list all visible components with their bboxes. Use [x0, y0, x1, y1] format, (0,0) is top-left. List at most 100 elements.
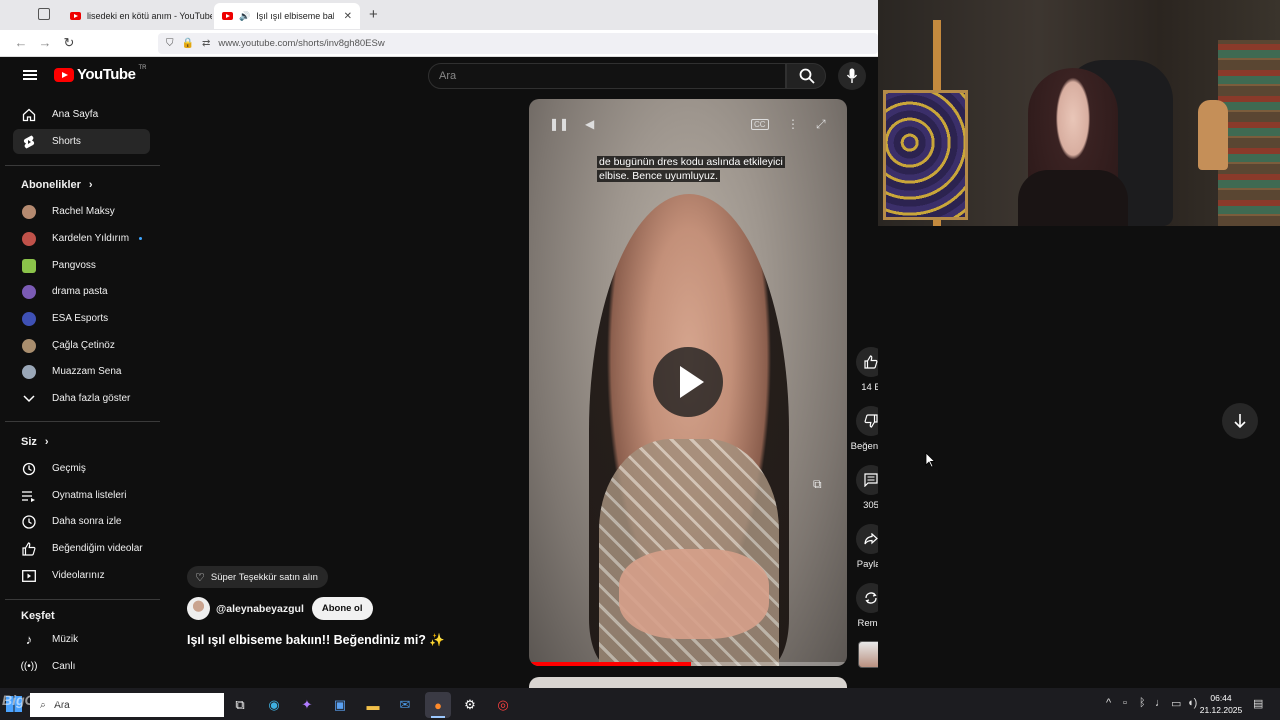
settings-icon[interactable]: ⚙	[457, 692, 483, 718]
sidebar-item-label: Shorts	[52, 136, 81, 147]
channel-name[interactable]: @aleynabeyazgul	[216, 603, 304, 615]
dislike-button[interactable]: Beğenme	[850, 406, 878, 452]
like-button[interactable]: 14 B	[850, 347, 878, 393]
remix-label: Remix	[857, 618, 878, 629]
comments-button[interactable]: 305	[850, 465, 878, 511]
sidebar-item-playlists[interactable]: Oynatma listeleri	[13, 483, 150, 508]
tab-close-icon[interactable]: ✕	[344, 11, 352, 22]
sidebar-item-cagla-cetinoz[interactable]: Çağla Çetinöz	[13, 333, 150, 358]
webcam-overlay	[878, 0, 1280, 226]
sidebar-item-history[interactable]: Geçmiş	[13, 456, 150, 481]
tab-lisedeki[interactable]: lisedeki en kötü anım - YouTube ✕	[62, 3, 212, 29]
taskbar: ⌕ Ara ⧉ ◉ ✦ ▣ ▬ ✉ ● ⚙ ◎ ^ ▫ ᛒ ♩ ▭ ◖) 06:…	[0, 688, 1280, 720]
network-icon[interactable]: ▭	[1171, 697, 1181, 710]
remix-icon	[856, 583, 878, 613]
sidebar-item-label: Canlı	[52, 661, 76, 672]
microphone-icon[interactable]: ♩	[1155, 697, 1166, 709]
mail-icon[interactable]: ✉	[392, 692, 418, 718]
dislike-label: Beğenme	[850, 441, 878, 452]
tray-device-icon[interactable]: ▫	[1123, 697, 1127, 709]
sidebar-item-muazzam-sena[interactable]: Muazzam Sena	[13, 359, 150, 384]
volume-icon[interactable]: ◀	[585, 117, 594, 131]
subscribe-button[interactable]: Abone ol	[311, 597, 373, 620]
address-bar[interactable]: ⛉ 🔒 ⇄ www.youtube.com/shorts/inv8gh80ESw	[158, 33, 878, 54]
new-content-dot	[139, 237, 143, 240]
new-tab-button[interactable]: +	[369, 6, 378, 23]
tab-overview-icon[interactable]	[38, 8, 50, 20]
show-hidden-icons-icon[interactable]: ^	[1106, 697, 1111, 709]
task-view-icon[interactable]: ⧉	[227, 692, 253, 718]
picture-in-picture-icon[interactable]: ⧉	[813, 477, 822, 492]
voice-search-button[interactable]	[838, 62, 866, 90]
fullscreen-icon[interactable]: ⤢	[816, 117, 826, 132]
home-icon	[22, 108, 36, 122]
speaker-icon[interactable]: 🔊	[239, 11, 250, 22]
search-input[interactable]: Ara	[428, 63, 786, 89]
channel-avatar[interactable]	[187, 597, 210, 620]
more-options-icon[interactable]: ⋮	[787, 117, 799, 131]
tray-bluetooth-icon[interactable]: ᛒ	[1139, 697, 1146, 709]
sidebar-item-kardelen-yildirim[interactable]: Kardelen Yıldırım	[13, 226, 150, 251]
sidebar-item-rachel-maksy[interactable]: Rachel Maksy	[13, 199, 150, 224]
shield-icon[interactable]: ⛉	[166, 38, 174, 49]
pause-icon[interactable]: ❚❚	[549, 117, 569, 131]
back-icon[interactable]: ←	[12, 34, 30, 52]
thumbs-down-icon	[856, 406, 878, 436]
clock-icon	[22, 514, 36, 529]
sidebar-item-pangvoss[interactable]: Pangvoss	[13, 253, 150, 278]
remix-button[interactable]: Remix	[850, 583, 878, 629]
sidebar-item-watch-later[interactable]: Daha sonra izle	[13, 509, 150, 534]
forward-icon[interactable]: →	[36, 34, 54, 52]
store-icon[interactable]: ▣	[327, 692, 353, 718]
file-explorer-icon[interactable]: ▬	[360, 692, 386, 718]
firefox-icon[interactable]: ●	[425, 692, 451, 718]
tab-shorts[interactable]: 🔊 Işıl ışıl elbiseme bakıın!! Be ✕	[214, 3, 360, 29]
reload-icon[interactable]: ↻	[60, 34, 78, 52]
notifications-icon[interactable]: ▤	[1253, 697, 1263, 710]
sidebar-item-home[interactable]: Ana Sayfa	[13, 102, 150, 127]
system-clock[interactable]: 06:44 21.12.2025	[1198, 692, 1244, 716]
sidebar-item-shorts[interactable]: Shorts	[13, 129, 150, 154]
copilot-icon[interactable]: ✦	[294, 692, 320, 718]
obs-icon[interactable]: ◎	[490, 692, 516, 718]
captions-icon[interactable]: CC	[751, 119, 769, 130]
volume-icon[interactable]: ◖)	[1187, 697, 1197, 709]
channel-row: @aleynabeyazgul Abone ol	[187, 597, 373, 620]
sidebar-item-esa-esports[interactable]: ESA Esports	[13, 306, 150, 331]
search-icon	[799, 68, 815, 84]
menu-icon[interactable]	[23, 70, 37, 80]
edge-icon[interactable]: ◉	[261, 692, 287, 718]
sidebar-item-music[interactable]: ♪ Müzik	[13, 627, 150, 652]
super-thanks-button[interactable]: ♡ Süper Teşekkür satın alın	[187, 566, 328, 588]
sidebar-item-label: Müzik	[52, 634, 79, 645]
lock-icon[interactable]: 🔒	[182, 38, 194, 49]
share-button[interactable]: Paylaş	[850, 524, 878, 570]
video-title[interactable]: Işıl ışıl elbiseme bakıın!! Beğendiniz m…	[187, 633, 445, 648]
show-more-button[interactable]: Daha fazla göster	[13, 386, 150, 411]
tab-title: Işıl ışıl elbiseme bakıın!! Be	[256, 11, 333, 21]
sidebar-item-your-videos[interactable]: Videolarınız	[13, 563, 150, 588]
play-icon[interactable]	[653, 347, 723, 417]
sidebar-item-liked-videos[interactable]: Beğendiğim videolar	[13, 536, 150, 561]
your-videos-icon	[22, 569, 36, 583]
search-button[interactable]	[786, 63, 826, 89]
sidebar: Ana Sayfa Shorts Abonelikler › Rachel Ma…	[5, 95, 160, 688]
you-heading[interactable]: Siz ›	[21, 436, 49, 448]
video-progress-bar[interactable]	[529, 662, 847, 666]
shorts-video-player[interactable]: ❚❚ ◀ CC ⋮ ⤢ de bugünün dres kodu aslında…	[529, 99, 847, 666]
sidebar-item-drama-pasta[interactable]: drama pasta	[13, 279, 150, 304]
clock-date: 21.12.2025	[1199, 705, 1243, 715]
audio-source-thumbnail[interactable]	[858, 641, 878, 668]
sidebar-item-label: ESA Esports	[52, 313, 109, 324]
sidebar-item-live[interactable]: ((•)) Canlı	[13, 654, 150, 679]
subscriptions-heading[interactable]: Abonelikler ›	[21, 179, 93, 191]
avatar	[22, 338, 36, 353]
microphone-icon	[846, 68, 858, 83]
youtube-logo[interactable]: YouTube TR	[54, 65, 146, 83]
caption-line: elbise. Bence uyumluyuz.	[597, 170, 721, 182]
youtube-page: YouTube TR Ara Ana Sayfa Shorts Abonelik…	[0, 57, 878, 688]
next-video-button[interactable]	[1222, 403, 1258, 439]
super-thanks-label: Süper Teşekkür satın alın	[210, 571, 318, 583]
permissions-icon[interactable]: ⇄	[202, 38, 210, 49]
next-short-preview[interactable]	[529, 677, 847, 688]
